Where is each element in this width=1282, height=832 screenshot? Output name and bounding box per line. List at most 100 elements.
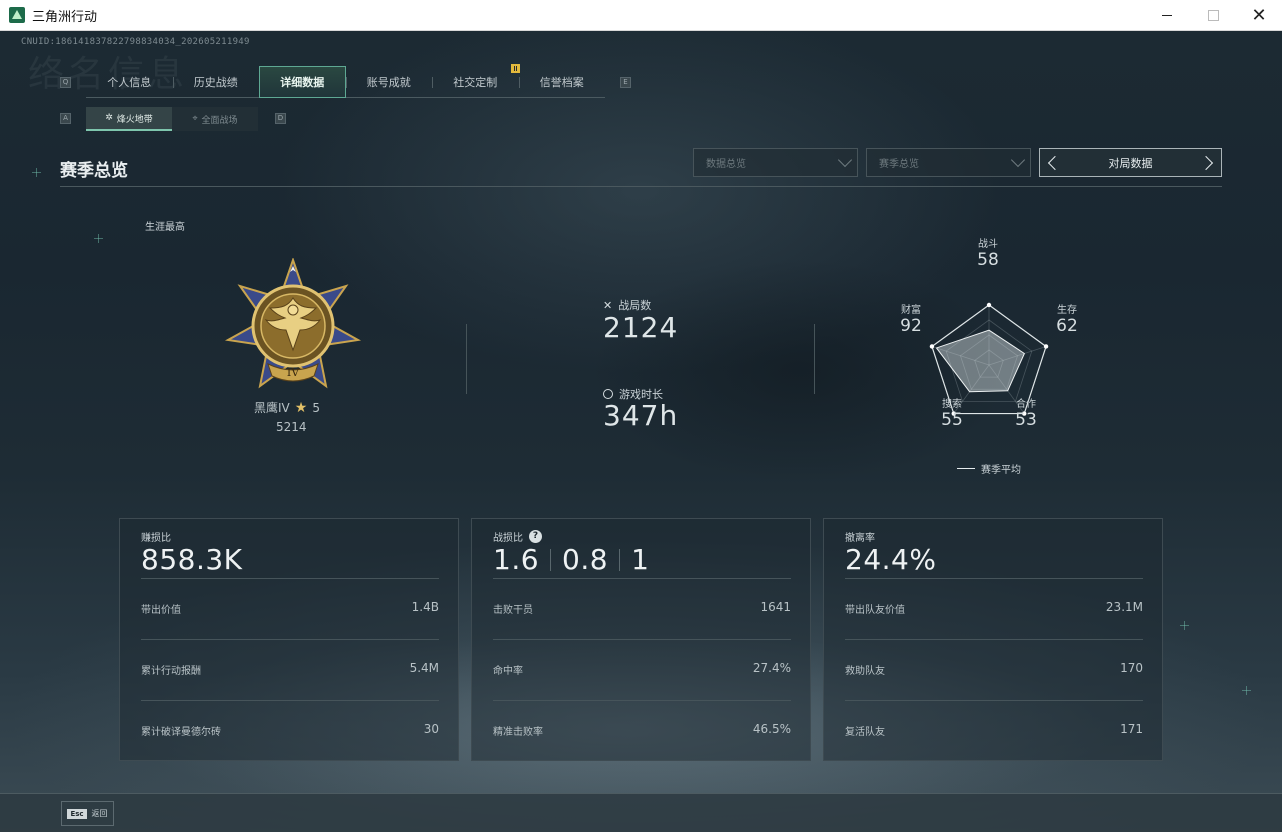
- close-button[interactable]: ✕: [1236, 0, 1282, 31]
- main-value: 24.4%: [845, 543, 937, 576]
- vertical-divider: [466, 324, 467, 394]
- stat-value: 1641: [760, 600, 791, 614]
- rank-score: 5214: [276, 420, 307, 434]
- window-titlebar: 三角洲行动 ✕: [0, 0, 1282, 31]
- radar-vertex-point: [1043, 344, 1049, 349]
- stat-key: 命中率: [493, 666, 523, 677]
- card-main-value: 1.6 0.8 1: [493, 543, 649, 576]
- chevron-right-icon[interactable]: [1198, 155, 1214, 171]
- stat-row: 击败干员 1641: [493, 578, 791, 639]
- back-label: 返回: [91, 809, 108, 818]
- tab-detailed-data[interactable]: 详细数据: [259, 66, 346, 98]
- rank-name: 黑鹰IV: [254, 401, 290, 415]
- stat-value: 171: [1120, 722, 1143, 736]
- notification-badge-icon: [511, 64, 520, 73]
- subtab-flame-zone[interactable]: ✲ 烽火地带: [86, 107, 172, 131]
- svg-text:IV: IV: [287, 366, 300, 379]
- bottom-bar: Esc 返回: [0, 793, 1282, 832]
- section-divider: [60, 186, 1222, 187]
- crosshair-decoration: [1180, 621, 1189, 630]
- pager-label: 对局数据: [1108, 156, 1153, 170]
- radar-value-area: [935, 329, 1026, 393]
- next-tab-hotkey[interactable]: E: [620, 77, 631, 88]
- stat-key: 击败干员: [493, 605, 533, 616]
- stat-value: 27.4%: [752, 661, 791, 675]
- kd-ratio-card: 战损比 ? 1.6 0.8 1 击败干员 1641 命中率 27.4% 精准击败…: [471, 518, 811, 761]
- radar-label-survival: 生存: [1057, 305, 1077, 316]
- stat-value: 30: [423, 722, 439, 736]
- crosshair-decoration: [94, 234, 103, 243]
- stat-row: 带出队友价值 23.1M: [845, 578, 1143, 639]
- stat-row: 累计行动报酬 5.4M: [141, 639, 439, 700]
- mode-tab-bar: ✲ 烽火地带 ⌖ 全面战场: [86, 107, 258, 131]
- stat-row: 复活队友 171: [845, 700, 1143, 761]
- value-separator: [619, 548, 621, 571]
- card-main-value: 858.3K: [141, 543, 243, 576]
- help-icon[interactable]: ?: [529, 530, 542, 543]
- stat-row: 命中率 27.4%: [493, 639, 791, 700]
- radar-value-survival: 62: [1056, 316, 1078, 336]
- main-value: 1: [631, 543, 650, 576]
- radar-vertex-point: [986, 302, 992, 308]
- prev-subtab-hotkey[interactable]: A: [60, 113, 71, 124]
- stat-row: 带出价值 1.4B: [141, 578, 439, 639]
- card-main-value: 24.4%: [845, 543, 936, 576]
- stat-key: 带出队友价值: [845, 605, 905, 616]
- stat-row: 精准击败率 46.5%: [493, 700, 791, 761]
- subtab-battlefield[interactable]: ⌖ 全面战场: [172, 107, 258, 131]
- rank-stars: 5: [312, 400, 320, 415]
- dropdown-value: 赛季总览: [879, 159, 919, 170]
- section-title: 赛季总览: [60, 161, 128, 181]
- radar-label-combat: 战斗: [978, 239, 998, 250]
- tab-social-custom[interactable]: 社交定制: [432, 66, 519, 98]
- prev-tab-hotkey[interactable]: Q: [60, 77, 71, 88]
- radar-vertex-point: [929, 344, 935, 349]
- game-screen: 络名信息 CNUID:18614183782279883403​4_202605…: [0, 31, 1282, 832]
- chevron-left-icon[interactable]: [1047, 155, 1063, 171]
- radar-value-search: 55: [941, 410, 963, 430]
- chevron-down-icon: [837, 152, 853, 168]
- maximize-button[interactable]: [1190, 0, 1236, 31]
- radar-value-teamwork: 53: [1015, 410, 1037, 430]
- user-id: CNUID:18614183782279883403​4_20260521194…: [21, 37, 250, 47]
- data-view-pager: 对局数据: [1039, 148, 1222, 177]
- tab-reputation[interactable]: 信誉档案: [518, 66, 606, 98]
- stat-key: 累计破译曼德尔砖: [141, 727, 221, 738]
- back-button[interactable]: Esc 返回: [61, 801, 114, 826]
- stat-key: 复活队友: [845, 727, 885, 738]
- stat-value: 23.1M: [1105, 600, 1143, 614]
- tab-achievements[interactable]: 账号成就: [345, 66, 433, 98]
- legend-line: [957, 468, 975, 469]
- window-title: 三角洲行动: [32, 9, 98, 25]
- legend-label: 赛季平均: [981, 465, 1021, 476]
- season-dropdown[interactable]: 赛季总览: [866, 148, 1031, 177]
- next-subtab-hotkey[interactable]: D: [275, 113, 286, 124]
- tab-personal-info[interactable]: 个人信息: [86, 66, 173, 98]
- minimize-button[interactable]: [1144, 0, 1190, 31]
- star-icon: ★: [294, 399, 308, 416]
- radar-value-combat: 58: [977, 250, 999, 270]
- rank-medal-icon: IV: [224, 258, 362, 389]
- crosshair-decoration: [32, 168, 41, 177]
- stat-row: 救助队友 170: [845, 639, 1143, 700]
- stat-key: 精准击败率: [493, 727, 543, 738]
- data-type-dropdown[interactable]: 数据总览: [693, 148, 858, 177]
- card-title: 撤离率: [845, 533, 875, 544]
- subtab-label: 全面战场: [201, 115, 238, 126]
- stat-row: 累计破译曼德尔砖 30: [141, 700, 439, 761]
- main-value: 1.6: [493, 543, 540, 576]
- app-logo-icon: [9, 7, 25, 23]
- radar-label-wealth: 财富: [901, 305, 921, 316]
- playtime-value: 347h: [603, 399, 679, 432]
- radar-label-search: 搜索: [942, 399, 962, 410]
- card-title: 战损比 ?: [493, 529, 542, 544]
- dropdown-value: 数据总览: [706, 159, 746, 170]
- flame-zone-icon: ✲: [105, 113, 113, 123]
- profit-ratio-card: 赚损比 858.3K 带出价值 1.4B 累计行动报酬 5.4M 累计破译曼德尔…: [119, 518, 459, 761]
- career-best-label: 生涯最高: [145, 222, 185, 233]
- extraction-rate-card: 撤离率 24.4% 带出队友价值 23.1M 救助队友 170 复活队友 171: [823, 518, 1163, 761]
- card-title-text: 战损比: [493, 533, 523, 544]
- matches-value: 2124: [603, 311, 679, 344]
- tab-match-history[interactable]: 历史战绩: [172, 66, 260, 98]
- vertical-divider: [814, 324, 815, 394]
